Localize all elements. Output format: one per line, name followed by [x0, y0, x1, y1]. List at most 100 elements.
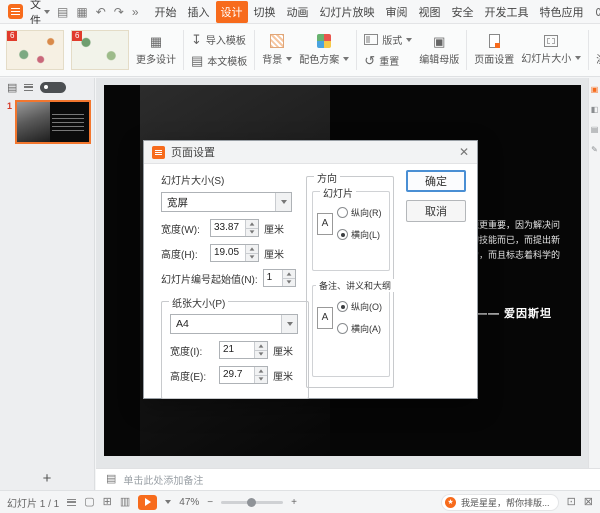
- redo-icon[interactable]: ↷: [114, 5, 124, 19]
- dialog-close-icon[interactable]: ✕: [459, 146, 469, 158]
- template-badge: 6: [7, 31, 17, 41]
- slide-height-value[interactable]: 19.05: [211, 245, 245, 261]
- add-slide-button[interactable]: +: [0, 470, 94, 487]
- thumbnail-view-icon[interactable]: ▤: [7, 81, 17, 94]
- slide-width-spinner[interactable]: 33.87: [210, 219, 259, 237]
- slide-portrait-radio[interactable]: 纵向(R): [337, 206, 382, 219]
- slideshow-preview-button[interactable]: [40, 82, 66, 93]
- notes-portrait-radio[interactable]: 纵向(O): [337, 300, 382, 313]
- dropdown-caret-icon[interactable]: [281, 315, 297, 333]
- paper-size-selected-value: A4: [176, 318, 189, 330]
- slide-height-spinner[interactable]: 19.05: [210, 244, 259, 262]
- zoom-level[interactable]: 47%: [179, 497, 199, 508]
- properties-icon[interactable]: ▣: [591, 86, 599, 94]
- layout-button[interactable]: 版式: [364, 32, 412, 47]
- search-button[interactable]: 查找: [596, 0, 600, 27]
- spin-down-icon[interactable]: [255, 350, 267, 359]
- spin-up-icon[interactable]: [255, 342, 267, 350]
- tab-security[interactable]: 安全: [447, 1, 479, 23]
- zoom-slider-handle[interactable]: [247, 498, 256, 507]
- paper-size-dropdown[interactable]: A4: [170, 314, 298, 334]
- notes-landscape-radio[interactable]: 横向(A): [337, 322, 382, 335]
- spin-up-icon[interactable]: [283, 270, 295, 278]
- design-template-thumbnail-1[interactable]: 6: [6, 30, 64, 70]
- tab-special-features[interactable]: 特色应用: [535, 1, 589, 23]
- spin-down-icon[interactable]: [255, 375, 267, 384]
- reading-view-icon[interactable]: ▥: [120, 497, 130, 508]
- import-template-button[interactable]: ↧ 导入模板: [191, 32, 247, 47]
- animation-pane-icon[interactable]: ◧: [591, 106, 599, 114]
- dialog-title-bar[interactable]: 页面设置 ✕: [144, 141, 477, 164]
- spin-down-icon[interactable]: [283, 278, 295, 287]
- notes-toggle-icon[interactable]: [67, 499, 76, 506]
- spin-down-icon[interactable]: [246, 228, 258, 237]
- cancel-button[interactable]: 取消: [406, 200, 466, 222]
- slide-thumbnail-1[interactable]: [15, 100, 91, 144]
- undo-icon[interactable]: ↶: [96, 5, 106, 19]
- presentation-tools-label: 演示工具: [596, 51, 600, 66]
- reset-button[interactable]: ↺ 重置: [364, 53, 412, 68]
- notes-placeholder[interactable]: 单击此处添加备注: [123, 472, 203, 487]
- dropdown-caret-icon[interactable]: [275, 193, 291, 211]
- fullscreen-icon[interactable]: ⊠: [584, 497, 593, 508]
- slide-thumbnail-row: 1: [0, 96, 94, 144]
- zoom-slider[interactable]: [221, 501, 283, 504]
- height-unit-label: 厘米: [264, 246, 284, 261]
- doc-template-button[interactable]: ▤ 本文模板: [191, 53, 247, 68]
- slide-sorter-view-icon[interactable]: ⊞: [103, 497, 112, 508]
- more-commands-icon[interactable]: »: [132, 5, 139, 19]
- design-template-thumbnail-2[interactable]: 6: [71, 30, 129, 70]
- slide-number-start-value[interactable]: 1: [264, 270, 282, 286]
- radio-unchecked-icon: [337, 323, 348, 334]
- more-designs-label: 更多设计: [136, 51, 176, 66]
- edit-tools-icon[interactable]: ✎: [591, 146, 598, 154]
- background-button[interactable]: 背景: [262, 34, 292, 66]
- spin-up-icon[interactable]: [246, 220, 258, 228]
- tab-review[interactable]: 审阅: [381, 1, 413, 23]
- tab-animation[interactable]: 动画: [282, 1, 314, 23]
- slide-number-start-spinner[interactable]: 1: [263, 269, 296, 287]
- slide-size-dropdown[interactable]: 宽屏: [161, 192, 292, 212]
- presentation-tools-button[interactable]: 演示工具: [596, 35, 600, 66]
- slide-width-value[interactable]: 33.87: [211, 220, 245, 236]
- tab-insert[interactable]: 插入: [183, 1, 215, 23]
- spin-down-icon[interactable]: [246, 253, 258, 262]
- slide-landscape-radio[interactable]: 横向(L): [337, 228, 382, 241]
- paper-height-spinner[interactable]: 29.7: [219, 366, 268, 384]
- zoom-out-button[interactable]: −: [207, 497, 213, 508]
- ai-assistant-bubble[interactable]: ★ 我是星星，帮你排版...: [441, 494, 559, 511]
- outline-view-icon[interactable]: [24, 84, 33, 91]
- more-designs-button[interactable]: ▦ 更多设计: [136, 35, 176, 66]
- normal-view-icon[interactable]: ▢: [84, 497, 94, 508]
- tab-transition[interactable]: 切换: [249, 1, 281, 23]
- fit-window-icon[interactable]: ⊡: [567, 497, 576, 508]
- slide-master-icon: ▣: [433, 35, 445, 48]
- layout-label: 版式: [382, 32, 402, 47]
- save-icon[interactable]: ▤: [57, 5, 68, 19]
- zoom-in-button[interactable]: +: [291, 497, 297, 508]
- slide-size-button[interactable]: 幻灯片大小: [521, 35, 581, 65]
- paper-width-value[interactable]: 21: [220, 342, 254, 358]
- notes-bar[interactable]: ▤ 单击此处添加备注: [96, 468, 600, 490]
- ok-button[interactable]: 确定: [406, 170, 466, 192]
- play-slideshow-button[interactable]: [138, 495, 157, 510]
- print-icon[interactable]: ▦: [76, 5, 87, 19]
- ribbon-separator: [254, 30, 255, 70]
- comments-icon[interactable]: ▤: [591, 126, 599, 134]
- color-scheme-button[interactable]: 配色方案: [299, 34, 349, 66]
- spin-up-icon[interactable]: [255, 367, 267, 375]
- tab-view[interactable]: 视图: [414, 1, 446, 23]
- wps-logo-icon[interactable]: [8, 4, 23, 19]
- play-icon: [145, 498, 151, 506]
- tab-design[interactable]: 设计: [216, 1, 248, 23]
- play-options-caret-icon[interactable]: [165, 500, 171, 504]
- tab-devtools[interactable]: 开发工具: [480, 1, 534, 23]
- spin-up-icon[interactable]: [246, 245, 258, 253]
- paper-height-value[interactable]: 29.7: [220, 367, 254, 383]
- paper-width-spinner[interactable]: 21: [219, 341, 268, 359]
- dialog-body: 幻灯片大小(S) 宽屏 宽度(W): 33.87 厘米 高度(H):: [144, 164, 477, 398]
- tab-slideshow[interactable]: 幻灯片放映: [315, 1, 380, 23]
- tab-home[interactable]: 开始: [150, 1, 182, 23]
- edit-master-button[interactable]: ▣ 编辑母版: [419, 35, 459, 66]
- page-setup-button[interactable]: 页面设置: [474, 34, 514, 66]
